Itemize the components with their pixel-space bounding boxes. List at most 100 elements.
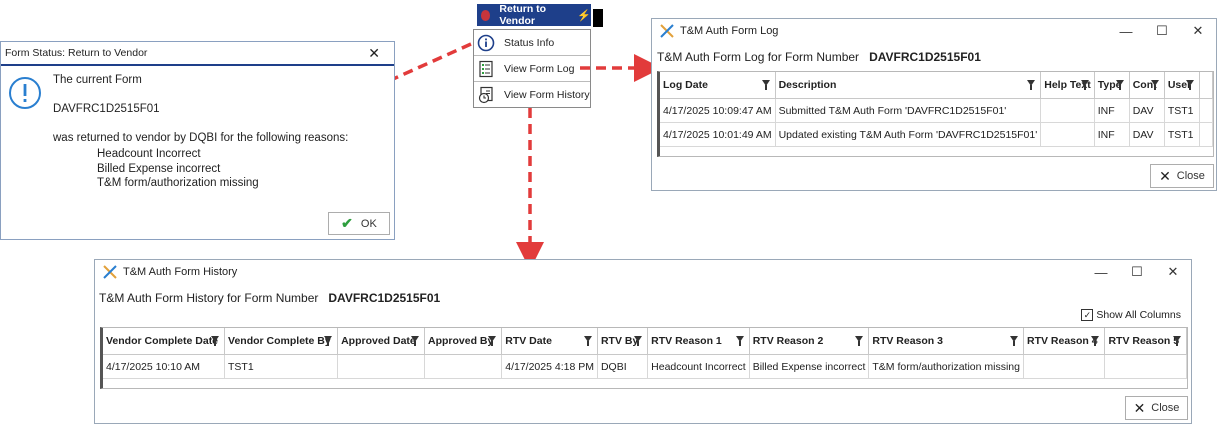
app-logo-icon <box>103 265 117 279</box>
log-column-header[interactable]: Log Date <box>660 72 776 99</box>
close-icon[interactable]: ✕ <box>1180 19 1216 43</box>
history-column-header[interactable]: Vendor Complete Date <box>103 328 226 355</box>
history-column-header[interactable]: RTV Reason 5 <box>1104 328 1187 355</box>
history-column-header[interactable]: RTV Reason 2 <box>749 328 870 355</box>
table-row[interactable]: 4/17/2025 10:01:49 AM Updated existing T&… <box>660 122 1213 147</box>
filter-icon[interactable] <box>1091 336 1100 346</box>
table-cell: Submitted T&M Auth Form 'DAVFRC1D2515F01… <box>775 98 1042 123</box>
column-header-label: RTV Reason 3 <box>872 335 943 347</box>
minimize-icon[interactable]: — <box>1108 19 1144 43</box>
table-cell: INF <box>1094 98 1130 123</box>
history-column-header[interactable]: Approved By <box>424 328 503 355</box>
log-column-header[interactable]: Cont <box>1129 72 1165 99</box>
show-all-columns-toggle[interactable]: ✓ Show All Columns <box>1081 309 1181 321</box>
table-cell: T&M form/authorization missing <box>868 354 1024 379</box>
log-close-button[interactable]: ✕ Close <box>1150 164 1214 188</box>
form-status-dialog: Form Status: Return to Vendor ✕ The curr… <box>0 41 395 240</box>
history-window-title: T&M Auth Form History <box>123 266 238 278</box>
filter-icon[interactable] <box>1173 336 1181 346</box>
table-cell: Billed Expense incorrect <box>749 354 870 379</box>
log-header: T&M Auth Form Log for Form Number DAVFRC1… <box>657 50 981 64</box>
column-header-label: RTV By <box>600 335 639 347</box>
filter-icon[interactable] <box>211 336 220 346</box>
history-column-header[interactable]: Approved Date <box>337 328 425 355</box>
filter-icon[interactable] <box>735 336 744 346</box>
reason-2: Billed Expense incorrect <box>97 163 221 175</box>
app-logo-icon <box>660 24 674 38</box>
table-cell: TST1 <box>1164 98 1201 123</box>
close-label: Close <box>1151 402 1180 414</box>
maximize-icon[interactable]: ☐ <box>1119 260 1155 284</box>
filter-icon[interactable] <box>761 80 770 90</box>
history-header-text: T&M Auth Form History for Form Number <box>99 291 319 305</box>
close-icon[interactable]: ✕ <box>1155 260 1191 284</box>
ok-button[interactable]: ✔ OK <box>328 212 390 235</box>
table-cell: 4/17/2025 10:10 AM <box>103 354 226 379</box>
history-column-header[interactable]: RTV Reason 3 <box>868 328 1024 355</box>
log-column-header[interactable]: Help Text <box>1040 72 1095 99</box>
table-cell: DQBI <box>597 354 649 379</box>
table-cell: INF <box>1094 122 1130 147</box>
table-cell <box>1104 354 1187 379</box>
status-dialog-title: Form Status: Return to Vendor <box>5 47 148 59</box>
show-all-columns-label: Show All Columns <box>1096 309 1181 321</box>
table-cell: Headcount Incorrect <box>647 354 750 379</box>
table-row[interactable]: 4/17/2025 10:09:47 AM Submitted T&M Auth … <box>660 98 1213 123</box>
history-column-header[interactable]: RTV Date <box>501 328 598 355</box>
filter-icon[interactable] <box>1186 80 1195 90</box>
column-header-label: Approved Date <box>341 335 416 347</box>
column-header-label: Log Date <box>663 79 708 91</box>
filter-icon[interactable] <box>410 336 419 346</box>
log-header-text: T&M Auth Form Log for Form Number <box>657 50 860 64</box>
status-dialog-titlebar: Form Status: Return to Vendor ✕ <box>1 42 394 66</box>
filter-icon[interactable] <box>1150 80 1159 90</box>
history-column-header[interactable]: RTV Reason 4 <box>1023 328 1106 355</box>
reason-3: T&M form/authorization missing <box>97 177 259 189</box>
filter-icon[interactable] <box>488 336 497 346</box>
column-header-label: Vendor Complete By <box>228 335 331 347</box>
status-message-line2: was returned to vendor by DQBI for the f… <box>53 132 349 144</box>
empty-cell <box>1199 98 1213 123</box>
form-log-window: T&M Auth Form Log — ☐ ✕ T&M Auth Form Lo… <box>651 18 1217 191</box>
column-header-label: RTV Reason 5 <box>1108 335 1180 347</box>
filter-icon[interactable] <box>1080 80 1089 90</box>
filter-icon[interactable] <box>634 336 643 346</box>
checkbox-checked-icon[interactable]: ✓ <box>1081 309 1094 321</box>
history-column-header[interactable]: RTV By <box>597 328 649 355</box>
close-icon[interactable]: ✕ <box>368 45 380 62</box>
history-header: T&M Auth Form History for Form Number DAV… <box>99 291 440 305</box>
table-cell <box>1040 122 1095 147</box>
table-row[interactable]: 4/17/2025 10:10 AM TST1 4/17/2025 4:18 PM D… <box>103 354 1187 379</box>
table-cell: 4/17/2025 10:09:47 AM <box>660 98 776 123</box>
column-header-label: RTV Date <box>505 335 552 347</box>
log-grid: Log Date Description Help Text Type Cont User… <box>657 71 1214 157</box>
history-column-header[interactable]: RTV Reason 1 <box>647 328 750 355</box>
table-cell: 4/17/2025 10:01:49 AM <box>660 122 776 147</box>
ok-label: OK <box>360 217 377 230</box>
history-table: Vendor Complete Date Vendor Complete By Ap… <box>103 328 1187 379</box>
log-column-header[interactable]: User <box>1164 72 1201 99</box>
log-form-number: DAVFRC1D2515F01 <box>869 50 981 64</box>
form-history-window: T&M Auth Form History — ☐ ✕ T&M Auth For… <box>94 259 1192 424</box>
status-form-number: DAVFRC1D2515F01 <box>53 103 160 115</box>
column-header-label: Vendor Complete Date <box>106 335 219 347</box>
history-column-header[interactable]: Vendor Complete By <box>224 328 339 355</box>
table-cell: DAV <box>1129 122 1165 147</box>
filter-icon[interactable] <box>324 336 333 346</box>
table-cell: TST1 <box>1164 122 1201 147</box>
log-column-header[interactable]: Description <box>775 72 1042 99</box>
history-close-button[interactable]: ✕ Close <box>1125 396 1188 420</box>
history-form-number: DAVFRC1D2515F01 <box>328 291 441 305</box>
log-column-header[interactable]: Type <box>1094 72 1130 99</box>
table-cell <box>1040 98 1095 123</box>
empty-cell <box>1199 122 1213 147</box>
filter-icon[interactable] <box>855 336 864 346</box>
table-cell: DAV <box>1129 98 1165 123</box>
filter-icon[interactable] <box>583 336 592 346</box>
filter-icon[interactable] <box>1027 80 1036 90</box>
filter-icon[interactable] <box>1115 80 1124 90</box>
filter-icon[interactable] <box>1010 336 1018 346</box>
checkmark-icon: ✔ <box>341 215 353 231</box>
minimize-icon[interactable]: — <box>1083 260 1119 284</box>
maximize-icon[interactable]: ☐ <box>1144 19 1180 43</box>
